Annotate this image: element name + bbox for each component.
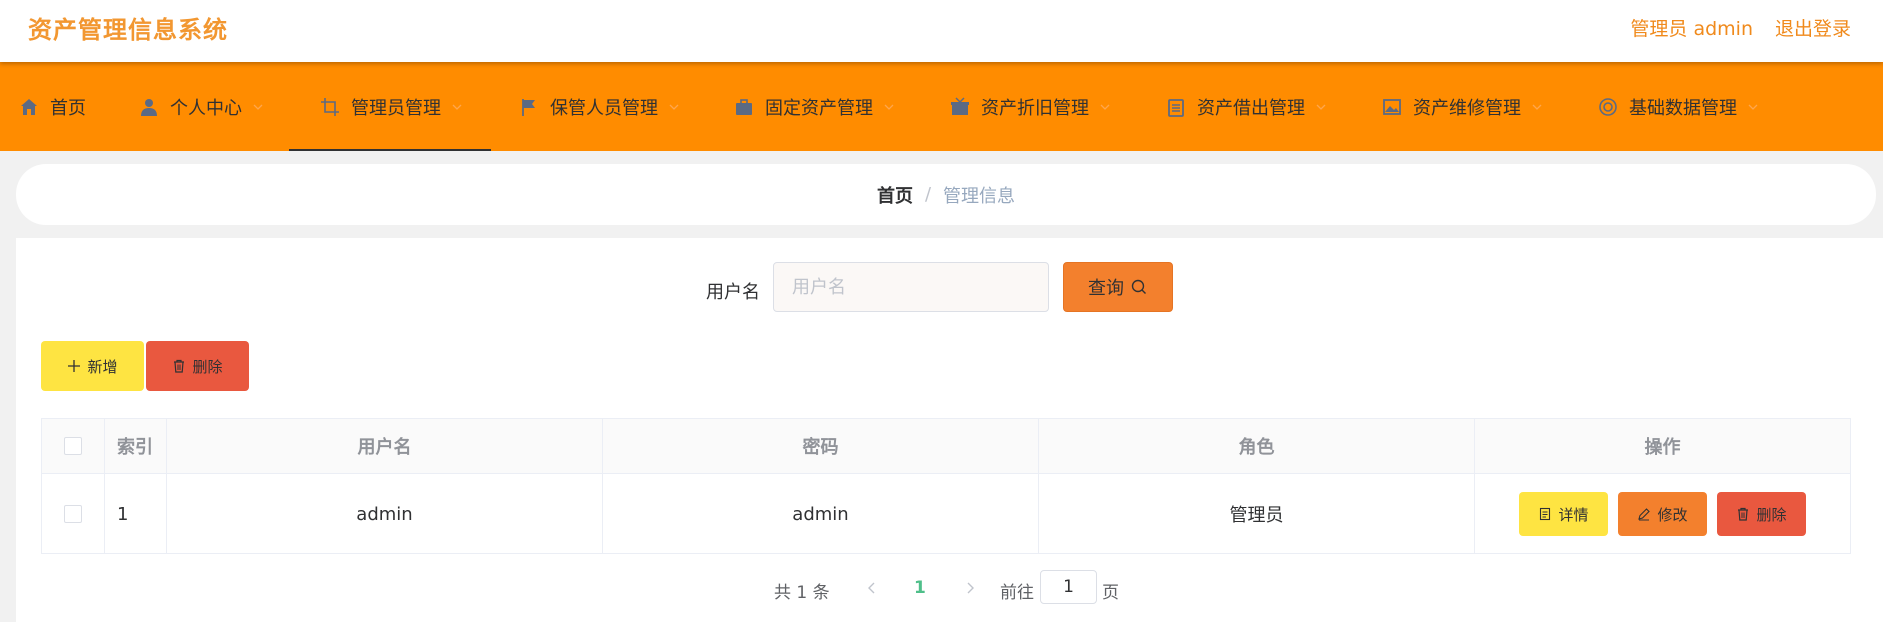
breadcrumb: 首页 / 管理信息 xyxy=(16,164,1876,225)
page-number[interactable]: 1 xyxy=(914,578,926,598)
nav-item-lending[interactable]: 资产借出管理 xyxy=(1165,62,1327,151)
nav-item-fixed-assets[interactable]: 固定资产管理 xyxy=(733,62,895,151)
prev-page-button[interactable] xyxy=(862,578,882,598)
edit-button[interactable]: 修改 xyxy=(1618,492,1707,536)
breadcrumb-separator: / xyxy=(924,184,932,205)
chevron-down-icon xyxy=(252,101,264,113)
query-button[interactable]: 查询 xyxy=(1063,262,1173,312)
home-icon xyxy=(18,96,40,118)
nav-item-label: 个人中心 xyxy=(170,97,242,119)
row-actions: 详情 修改 删除 xyxy=(1475,474,1850,554)
user-icon xyxy=(138,96,160,118)
nav-item-admin[interactable]: 管理员管理 xyxy=(289,62,491,151)
search-label: 用户名 xyxy=(706,282,760,303)
column-header-password: 密码 xyxy=(603,419,1039,473)
nav-item-label: 管理员管理 xyxy=(351,97,441,119)
goto-page-input[interactable] xyxy=(1040,570,1097,604)
add-button[interactable]: 新增 xyxy=(41,341,144,391)
briefcase-icon xyxy=(733,96,755,118)
delete-button-label: 删除 xyxy=(1756,505,1787,524)
picture-icon xyxy=(1381,96,1403,118)
next-page-button[interactable] xyxy=(960,578,980,598)
current-user-label: 管理员 admin xyxy=(1630,18,1753,40)
pagination: 共 1 条 1 前往 页 xyxy=(16,568,1883,608)
nav-item-label: 资产维修管理 xyxy=(1413,97,1521,119)
breadcrumb-current: 管理信息 xyxy=(943,185,1016,207)
detail-button-label: 详情 xyxy=(1558,505,1589,524)
main-panel: 用户名 查询 新增 删除 索引 用户名 密码 角色 操作 1 admin a xyxy=(16,238,1883,622)
main-nav: 首页 个人中心 管理员管理 保管人员管理 固定资产管理 资产折旧管理 资产借出管… xyxy=(0,62,1883,151)
detail-button[interactable]: 详情 xyxy=(1519,492,1608,536)
column-header-username: 用户名 xyxy=(167,419,603,473)
present-icon xyxy=(949,96,971,118)
chevron-left-icon xyxy=(868,582,875,594)
row-index: 1 xyxy=(105,474,167,554)
batch-delete-button-label: 删除 xyxy=(192,357,223,376)
nav-item-maintenance[interactable]: 资产维修管理 xyxy=(1381,62,1543,151)
add-button-label: 新增 xyxy=(87,357,118,376)
chevron-down-icon xyxy=(1099,101,1111,113)
nav-item-profile[interactable]: 个人中心 xyxy=(138,62,264,151)
document-icon xyxy=(1538,507,1552,521)
chevron-down-icon xyxy=(451,101,463,113)
goto-label: 前往 xyxy=(1000,583,1034,603)
nav-item-label: 首页 xyxy=(50,97,86,119)
plus-icon xyxy=(67,359,81,373)
column-header-actions: 操作 xyxy=(1644,437,1681,458)
nav-item-base-data[interactable]: 基础数据管理 xyxy=(1597,62,1759,151)
admin-table: 索引 用户名 密码 角色 操作 1 admin admin 管理员 详情 修改 xyxy=(41,418,1851,554)
username-search-input[interactable] xyxy=(773,262,1049,312)
column-header-role: 角色 xyxy=(1039,419,1475,473)
pagination-total: 共 1 条 xyxy=(774,583,830,603)
nav-item-custodian[interactable]: 保管人员管理 xyxy=(518,62,680,151)
chevron-down-icon xyxy=(1531,101,1543,113)
nav-item-label: 基础数据管理 xyxy=(1629,97,1737,119)
chevron-down-icon xyxy=(1747,101,1759,113)
delete-button[interactable]: 删除 xyxy=(1717,492,1806,536)
edit-button-label: 修改 xyxy=(1657,505,1688,524)
breadcrumb-home[interactable]: 首页 xyxy=(877,182,913,208)
column-header-index: 索引 xyxy=(105,419,167,473)
nav-item-label: 资产借出管理 xyxy=(1197,97,1305,119)
chevron-down-icon xyxy=(1315,101,1327,113)
trash-icon xyxy=(1736,507,1750,521)
trash-icon xyxy=(172,359,186,373)
logout-link[interactable]: 退出登录 xyxy=(1775,14,1851,41)
row-password: admin xyxy=(603,474,1039,554)
chevron-down-icon xyxy=(883,101,895,113)
clipboard-icon xyxy=(1165,96,1187,118)
header-select-cell xyxy=(42,419,105,473)
row-select-cell xyxy=(42,474,105,554)
nav-item-home[interactable]: 首页 xyxy=(18,62,86,151)
nav-item-depreciation[interactable]: 资产折旧管理 xyxy=(949,62,1111,151)
nav-item-label: 固定资产管理 xyxy=(765,97,873,119)
circle-icon xyxy=(1597,96,1619,118)
nav-item-label: 保管人员管理 xyxy=(550,97,658,119)
select-all-checkbox[interactable] xyxy=(64,437,82,455)
row-role: 管理员 xyxy=(1039,474,1475,554)
search-icon xyxy=(1131,279,1146,294)
query-button-label: 查询 xyxy=(1088,278,1124,299)
batch-delete-button[interactable]: 删除 xyxy=(146,341,249,391)
chevron-right-icon xyxy=(967,582,974,594)
table-header: 索引 用户名 密码 角色 操作 xyxy=(42,419,1850,474)
flag-icon xyxy=(518,96,540,118)
app-title: 资产管理信息系统 xyxy=(28,16,228,44)
pencil-icon xyxy=(1637,507,1651,521)
top-header: 资产管理信息系统 管理员 admin 退出登录 xyxy=(0,0,1883,62)
table-row: 1 admin admin 管理员 详情 修改 删除 xyxy=(42,474,1850,554)
row-username: admin xyxy=(167,474,603,554)
row-checkbox[interactable] xyxy=(64,505,82,523)
nav-item-label: 资产折旧管理 xyxy=(981,97,1089,119)
crop-icon xyxy=(319,96,341,118)
page-unit-label: 页 xyxy=(1102,583,1119,603)
chevron-down-icon xyxy=(668,101,680,113)
